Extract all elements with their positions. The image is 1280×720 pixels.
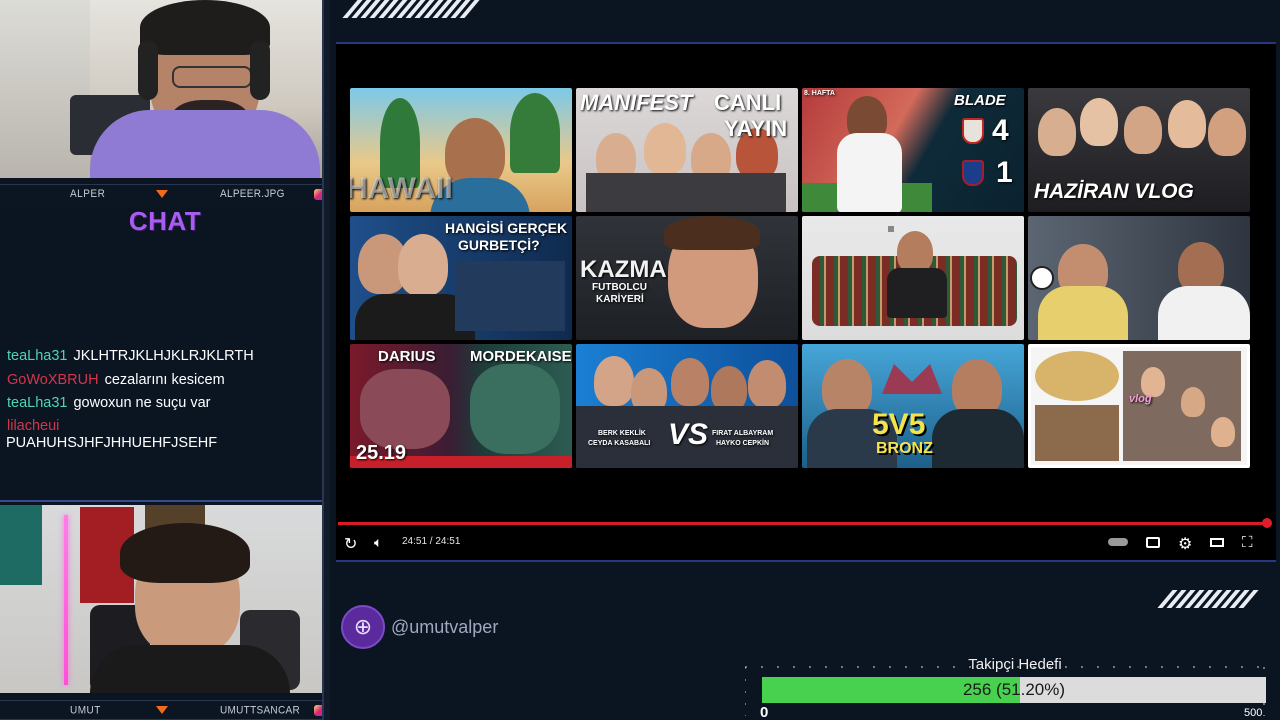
goal-min: 0 (760, 704, 769, 720)
score-away: 1 (996, 156, 1013, 189)
thumbnail-caption: 5V5 (872, 408, 926, 441)
divider (322, 0, 330, 720)
streamer-name-left: UMUT (70, 703, 101, 717)
progress-scrubber[interactable] (1262, 518, 1272, 528)
thumbnail-caption: DARIUS (378, 348, 436, 365)
thumbnail-caption: BLADE (954, 92, 1006, 109)
chat-text: gowoxun ne suçu var (73, 395, 211, 411)
thumbnail-caption: 25.19 (356, 442, 407, 464)
theater-mode-icon[interactable] (1210, 538, 1224, 547)
thumbnail-caption: BERK KEKLİK (598, 430, 646, 437)
thumbnail-caption: GURBETÇİ? (458, 237, 540, 253)
thumbnail-caption: KARİYERİ (596, 294, 644, 305)
stripes-decoration (342, 0, 480, 18)
triangle-icon (156, 190, 168, 198)
thumbnail-caption: CEYDA KASABALI (588, 440, 651, 447)
score-home: 4 (992, 114, 1009, 147)
settings-icon[interactable]: ⚙ (1178, 534, 1192, 554)
video-controls: ↻ 🔈︎ 24:51 / 24:51 ⚙ ⛶ (336, 530, 1276, 560)
chat-username: GoWoXBRUH (7, 372, 99, 388)
chat-title: CHAT (128, 206, 202, 236)
streamer-handle-right: ALPEER.JPG (220, 187, 285, 201)
webcam-bottom-namebar: UMUT UMUTTSANCAR (0, 700, 330, 720)
chat-text: JKLHTRJKLHJKLRJKLRTH (73, 348, 254, 364)
stream-overlay: ALPER ALPEER.JPG CHAT teaLha31 JKLHTRJKLH… (0, 0, 1280, 720)
chat-panel: CHAT teaLha31 JKLHTRJKLHJKLRJKLRTH GoWoXB… (0, 202, 330, 502)
thumbnail[interactable] (1028, 216, 1250, 340)
thumbnail-caption: HAYKO CEPKİN (716, 440, 770, 447)
webcam-top (0, 0, 322, 178)
thumbnail-grid: HAWAII MANIFEST CANLI YAYIN 8. HAFTA BLA… (350, 88, 1252, 468)
triangle-icon (156, 706, 168, 714)
thumbnail-caption: KAZMA (580, 256, 667, 283)
chat-username: teaLha31 (7, 395, 68, 411)
thumbnail-caption: FUTBOLCU (592, 282, 647, 293)
chat-message: lilacheui (7, 418, 65, 434)
thumbnail[interactable] (802, 216, 1024, 340)
thumbnail[interactable]: 8. HAFTA BLADE 4 1 (802, 88, 1024, 212)
volume-icon[interactable]: 🔈︎ (374, 534, 382, 551)
goal-max: 500 (1244, 707, 1263, 719)
streamer-handle-right: UMUTTSANCAR (220, 703, 300, 717)
streamer-name-left: ALPER (70, 187, 106, 201)
chat-text: cezalarını kesicem (104, 372, 225, 388)
video-player[interactable]: HAWAII MANIFEST CANLI YAYIN 8. HAFTA BLA… (336, 42, 1276, 562)
chat-message: teaLha31 JKLHTRJKLHJKLRJKLRTH (7, 348, 254, 364)
thumbnail-caption: MANIFEST (580, 90, 693, 115)
social-handle: ⊕ @umutvalper (341, 605, 498, 649)
replay-icon[interactable]: ↻ (344, 534, 357, 554)
thumbnail[interactable]: DARIUS MORDEKAISER 25.19 (350, 344, 572, 468)
thumbnail[interactable]: BERK KEKLİK CEYDA KASABALI VS FIRAT ALBA… (576, 344, 798, 468)
thumbnail[interactable]: HAZİRAN VLOG (1028, 88, 1250, 212)
thumbnail[interactable]: vlog (1028, 344, 1250, 468)
chat-username: teaLha31 (7, 348, 68, 364)
thumbnail-caption: HAWAII (350, 172, 453, 205)
chat-text: PUAHUHSJHFJHHUEHFJSEHF (6, 435, 218, 451)
goal-progress-label: 256 (51.20%) (962, 680, 1066, 699)
thumbnail[interactable]: HANGİSİ GERÇEK GURBETÇİ? (350, 216, 572, 340)
thumbnail-caption: vlog (1129, 393, 1152, 405)
globe-icon: ⊕ (341, 605, 385, 649)
thumbnail-caption: CANLI (714, 90, 782, 115)
thumbnail[interactable]: MANIFEST CANLI YAYIN (576, 88, 798, 212)
social-handle-text: @umutvalper (391, 616, 499, 637)
webcam-top-namebar: ALPER ALPEER.JPG (0, 184, 330, 204)
thumbnail-caption: HANGİSİ GERÇEK (445, 220, 568, 236)
autoplay-toggle[interactable] (1108, 538, 1128, 546)
thumbnail[interactable]: HAWAII (350, 88, 572, 212)
chat-message: GoWoXBRUH cezalarını kesicem (7, 372, 225, 388)
video-progress-bar[interactable] (338, 522, 1268, 525)
webcam-bottom (0, 505, 322, 693)
thumbnail[interactable]: 5V5 BRONZ (802, 344, 1024, 468)
timecode: 24:51 / 24:51 (402, 536, 461, 547)
thumbnail-caption: HAZİRAN VLOG (1034, 180, 1194, 203)
thumbnail-caption: BRONZ (876, 440, 933, 457)
thumbnail[interactable]: KAZMA FUTBOLCU KARİYERİ (576, 216, 798, 340)
thumbnail-caption: VS (668, 418, 709, 451)
fullscreen-icon[interactable]: ⛶ (1242, 534, 1253, 551)
captions-icon[interactable] (1146, 537, 1160, 548)
thumbnail-caption: FIRAT ALBAYRAM (712, 430, 774, 437)
stripes-decoration (1157, 590, 1259, 608)
thumbnail-caption: MORDEKAISER (470, 348, 572, 365)
chat-message: teaLha31 gowoxun ne suçu var (7, 395, 211, 411)
thumbnail-caption: YAYIN (724, 116, 788, 141)
thumbnail-label: 8. HAFTA (804, 90, 835, 97)
chat-username: lilacheui (7, 418, 60, 434)
goal-progress-bar: 256 (51.20%) (762, 677, 1266, 703)
